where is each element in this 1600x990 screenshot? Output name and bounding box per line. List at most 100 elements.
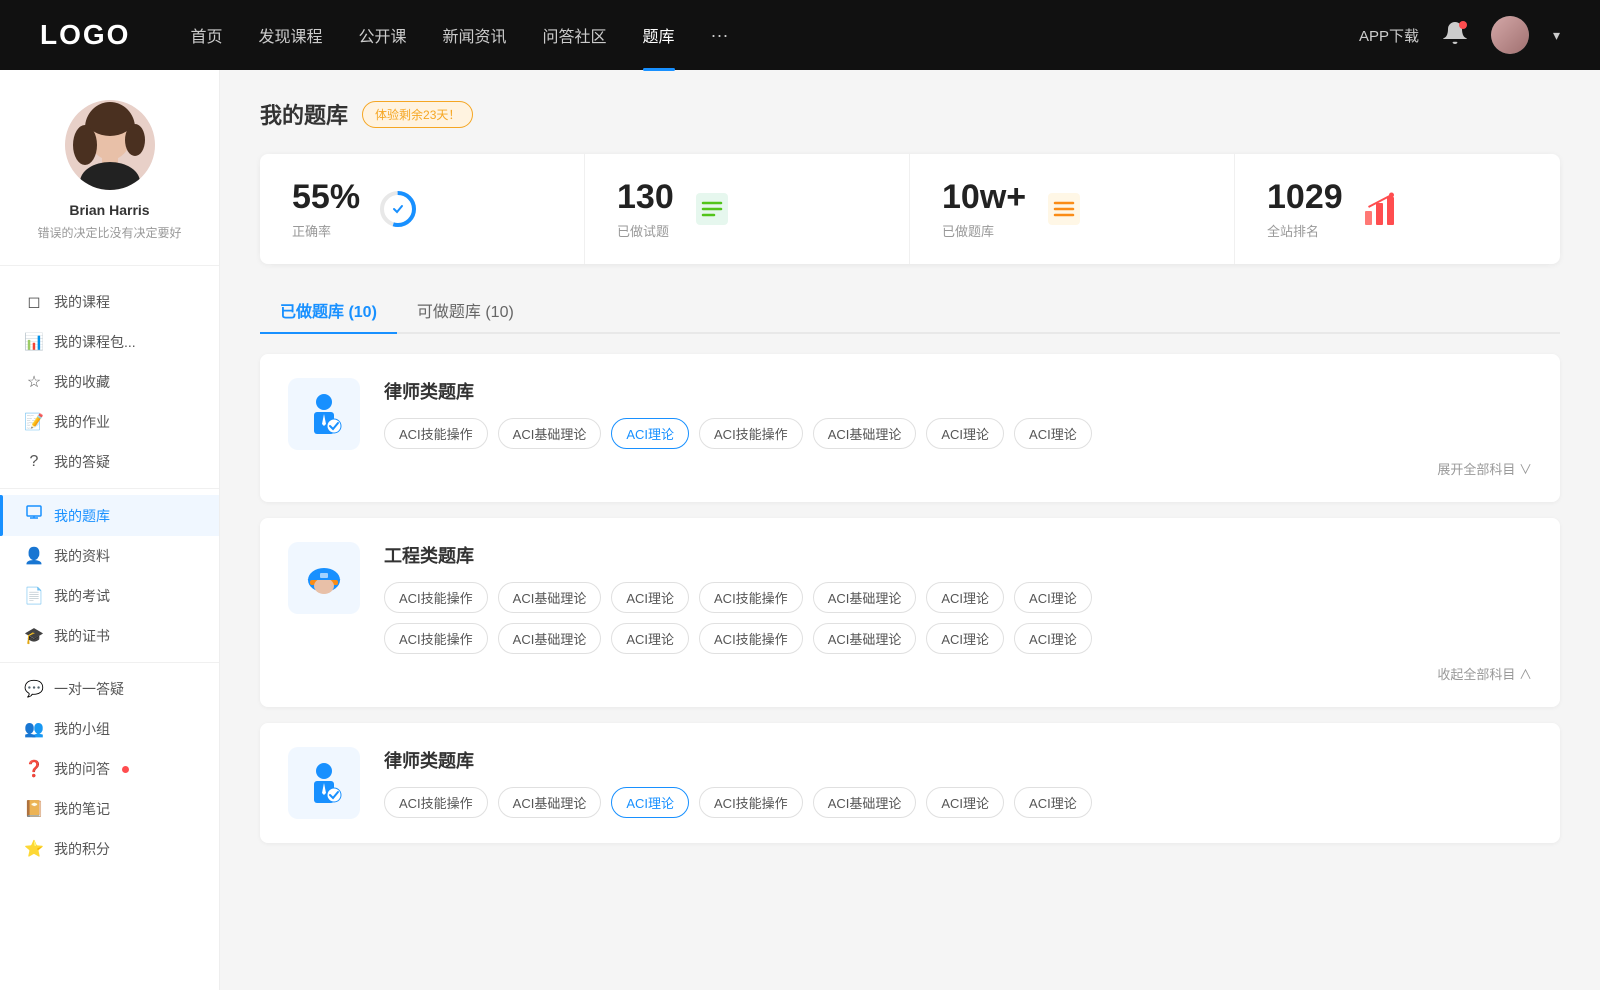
tag-2-r2-3[interactable]: ACI理论 — [611, 623, 689, 654]
tag-1-5[interactable]: ACI基础理论 — [813, 418, 917, 449]
sidebar-item-favorites[interactable]: ☆ 我的收藏 — [0, 362, 219, 402]
tag-1-4[interactable]: ACI技能操作 — [699, 418, 803, 449]
sidebar-item-homework[interactable]: 📝 我的作业 — [0, 402, 219, 442]
tag-2-r2-2[interactable]: ACI基础理论 — [498, 623, 602, 654]
sidebar-item-tutor[interactable]: 💬 一对一答疑 — [0, 669, 219, 709]
tabs-row: 已做题库 (10) 可做题库 (10) — [260, 288, 1560, 334]
notification-bell[interactable] — [1443, 21, 1467, 50]
tag-3-6[interactable]: ACI理论 — [926, 787, 1004, 818]
tag-2-3[interactable]: ACI理论 — [611, 582, 689, 613]
sidebar-item-certificates[interactable]: 🎓 我的证书 — [0, 616, 219, 656]
tag-2-2[interactable]: ACI基础理论 — [498, 582, 602, 613]
bank-card-lawyer-2-header: 律师类题库 ACI技能操作 ACI基础理论 ACI理论 ACI技能操作 ACI基… — [288, 747, 1532, 819]
sidebar-item-courses[interactable]: ◻ 我的课程 — [0, 282, 219, 322]
sidebar-item-homework-label: 我的作业 — [54, 412, 110, 432]
sidebar-menu: ◻ 我的课程 📊 我的课程包... ☆ 我的收藏 📝 我的作业 ? 我的答疑 — [0, 266, 219, 885]
app-download-button[interactable]: APP下载 — [1359, 25, 1419, 46]
nav-news[interactable]: 新闻资讯 — [443, 23, 507, 47]
tag-2-1[interactable]: ACI技能操作 — [384, 582, 488, 613]
sidebar-item-points[interactable]: ⭐ 我的积分 — [0, 829, 219, 869]
bank-card-engineer: 工程类题库 ACI技能操作 ACI基础理论 ACI理论 ACI技能操作 ACI基… — [260, 518, 1560, 707]
stat-accuracy: 55% 正确率 — [260, 154, 585, 264]
rank-icon — [1359, 187, 1403, 231]
tag-2-6[interactable]: ACI理论 — [926, 582, 1004, 613]
sidebar-item-questions[interactable]: ? 我的答疑 — [0, 442, 219, 482]
sidebar-item-groups-label: 我的小组 — [54, 719, 110, 739]
user-menu-arrow[interactable]: ▾ — [1553, 27, 1560, 44]
my-qa-icon: ❓ — [24, 759, 44, 779]
stat-done-banks-value: 10w+ — [942, 178, 1026, 217]
sidebar-item-exams-label: 我的考试 — [54, 586, 110, 606]
page-header: 我的题库 体验剩余23天！ — [260, 98, 1560, 130]
stat-done-questions: 130 已做试题 — [585, 154, 910, 264]
tag-3-1[interactable]: ACI技能操作 — [384, 787, 488, 818]
favorites-icon: ☆ — [24, 372, 44, 392]
exams-icon: 📄 — [24, 586, 44, 606]
tag-2-4[interactable]: ACI技能操作 — [699, 582, 803, 613]
user-avatar — [65, 100, 155, 190]
sidebar-item-profile[interactable]: 👤 我的资料 — [0, 536, 219, 576]
sidebar: Brian Harris 错误的决定比没有决定要好 ◻ 我的课程 📊 我的课程包… — [0, 70, 220, 990]
tag-3-4[interactable]: ACI技能操作 — [699, 787, 803, 818]
nav-discover[interactable]: 发现课程 — [258, 23, 322, 47]
notes-icon: 📔 — [24, 799, 44, 819]
points-icon: ⭐ — [24, 839, 44, 859]
bank-card-lawyer-1-header: 律师类题库 ACI技能操作 ACI基础理论 ACI理论 ACI技能操作 ACI基… — [288, 378, 1532, 478]
user-name: Brian Harris — [20, 202, 199, 218]
tag-2-r2-5[interactable]: ACI基础理论 — [813, 623, 917, 654]
sidebar-item-exams[interactable]: 📄 我的考试 — [0, 576, 219, 616]
sidebar-item-questions-label: 我的答疑 — [54, 452, 110, 472]
tag-2-r2-6[interactable]: ACI理论 — [926, 623, 1004, 654]
tag-3-5[interactable]: ACI基础理论 — [813, 787, 917, 818]
profile-icon: 👤 — [24, 546, 44, 566]
tag-3-3[interactable]: ACI理论 — [611, 787, 689, 818]
nav-qa[interactable]: 问答社区 — [543, 23, 607, 47]
tag-1-1[interactable]: ACI技能操作 — [384, 418, 488, 449]
avatar[interactable] — [1491, 16, 1529, 54]
groups-icon: 👥 — [24, 719, 44, 739]
sidebar-item-notes[interactable]: 📔 我的笔记 — [0, 789, 219, 829]
tag-2-r2-7[interactable]: ACI理论 — [1014, 623, 1092, 654]
tag-1-7[interactable]: ACI理论 — [1014, 418, 1092, 449]
expand-link-1[interactable]: 展开全部科目 ∨ — [384, 459, 1532, 478]
sidebar-item-questionbank[interactable]: 我的题库 — [0, 495, 219, 536]
tag-3-2[interactable]: ACI基础理论 — [498, 787, 602, 818]
nav-right: APP下载 ▾ — [1359, 16, 1560, 54]
tag-1-3[interactable]: ACI理论 — [611, 418, 689, 449]
tag-2-r2-4[interactable]: ACI技能操作 — [699, 623, 803, 654]
tag-1-2[interactable]: ACI基础理论 — [498, 418, 602, 449]
stat-done-questions-value: 130 — [617, 178, 674, 217]
nav-more[interactable]: ··· — [711, 25, 729, 46]
sidebar-item-groups[interactable]: 👥 我的小组 — [0, 709, 219, 749]
stat-rank: 1029 全站排名 — [1235, 154, 1560, 264]
stat-accuracy-value: 55% — [292, 178, 360, 217]
tab-done-banks[interactable]: 已做题库 (10) — [260, 288, 397, 332]
nav-links: 首页 发现课程 公开课 新闻资讯 问答社区 题库 ··· — [190, 23, 1359, 47]
nav-questionbank[interactable]: 题库 — [643, 23, 675, 47]
tab-available-banks[interactable]: 可做题库 (10) — [397, 288, 534, 332]
tag-1-6[interactable]: ACI理论 — [926, 418, 1004, 449]
bank-card-lawyer-2: 律师类题库 ACI技能操作 ACI基础理论 ACI理论 ACI技能操作 ACI基… — [260, 723, 1560, 843]
tag-3-7[interactable]: ACI理论 — [1014, 787, 1092, 818]
certificates-icon: 🎓 — [24, 626, 44, 646]
tag-2-r2-1[interactable]: ACI技能操作 — [384, 623, 488, 654]
main-content: 我的题库 体验剩余23天！ 55% 正确率 — [220, 70, 1600, 990]
notification-dot — [1459, 21, 1467, 29]
stat-done-banks-label: 已做题库 — [942, 221, 1026, 240]
nav-home[interactable]: 首页 — [190, 23, 222, 47]
course-packages-icon: 📊 — [24, 332, 44, 352]
sidebar-item-my-qa[interactable]: ❓ 我的问答 — [0, 749, 219, 789]
tag-2-7[interactable]: ACI理论 — [1014, 582, 1092, 613]
stat-done-banks: 10w+ 已做题库 — [910, 154, 1235, 264]
done-questions-icon — [690, 187, 734, 231]
engineer-icon-wrap — [288, 542, 360, 614]
menu-divider-2 — [0, 662, 219, 663]
expand-link-2[interactable]: 收起全部科目 ∧ — [384, 664, 1532, 683]
sidebar-item-profile-label: 我的资料 — [54, 546, 110, 566]
trial-badge: 体验剩余23天！ — [362, 101, 473, 128]
logo[interactable]: LOGO — [40, 19, 130, 51]
tag-2-5[interactable]: ACI基础理论 — [813, 582, 917, 613]
nav-public[interactable]: 公开课 — [358, 23, 406, 47]
sidebar-item-course-packages[interactable]: 📊 我的课程包... — [0, 322, 219, 362]
main-layout: Brian Harris 错误的决定比没有决定要好 ◻ 我的课程 📊 我的课程包… — [0, 70, 1600, 990]
